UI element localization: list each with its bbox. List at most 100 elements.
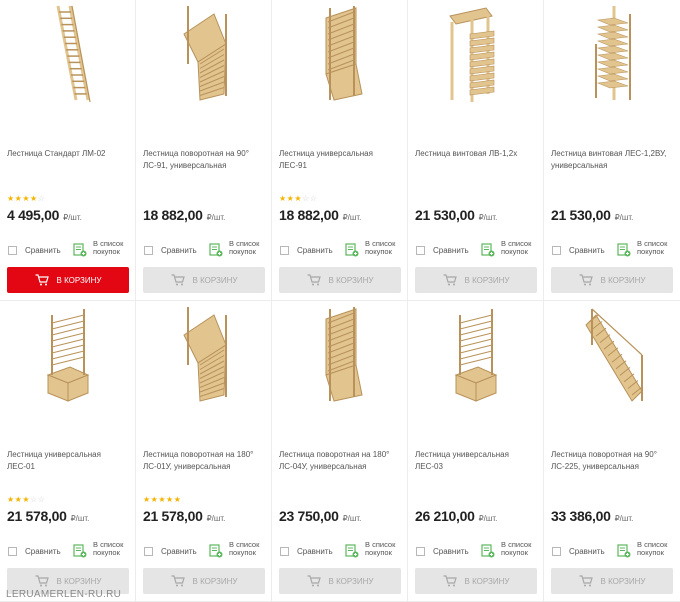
product-image[interactable] [562, 305, 662, 405]
compare-label[interactable]: Сравнить [569, 547, 605, 556]
product-price: 26 210,00 ₽/шт. [415, 508, 497, 526]
price-unit: ₽/шт. [206, 213, 226, 222]
add-to-cart-label: В КОРЗИНУ [328, 275, 374, 285]
shopping-list-icon[interactable] [345, 243, 359, 257]
product-card[interactable]: Лестница универсальная ЛЕС-03 26 210,00 ₽… [408, 301, 544, 602]
product-image[interactable] [18, 4, 118, 104]
price-unit: ₽/шт. [342, 514, 362, 523]
product-price: 18 882,00 ₽/шт. [143, 207, 225, 225]
shopping-list-icon[interactable] [617, 243, 631, 257]
product-image[interactable] [290, 4, 390, 104]
add-to-cart-label: В КОРЗИНУ [464, 275, 510, 285]
product-title[interactable]: Лестница поворотная на 90° ЛС-225, униве… [551, 449, 675, 473]
compare-checkbox[interactable] [416, 547, 425, 556]
price-unit: ₽/шт. [206, 514, 226, 523]
add-to-cart-button[interactable]: В КОРЗИНУ [143, 267, 265, 293]
shopping-list-label[interactable]: В список покупок [637, 240, 677, 256]
shopping-list-label[interactable]: В список покупок [93, 541, 133, 557]
compare-checkbox[interactable] [8, 246, 17, 255]
product-image[interactable] [290, 305, 390, 405]
product-image[interactable] [154, 305, 254, 405]
shopping-list-label[interactable]: В список покупок [365, 541, 405, 557]
shopping-list-icon[interactable] [209, 544, 223, 558]
price-unit: ₽/шт. [342, 213, 362, 222]
shopping-list-icon[interactable] [481, 243, 495, 257]
product-title[interactable]: Лестница винтовая ЛВ-1,2х [415, 148, 539, 160]
product-card[interactable]: Лестница винтовая ЛЕС-1,2ВУ, универсальн… [544, 0, 680, 301]
add-to-cart-button[interactable]: В КОРЗИНУ [415, 568, 537, 594]
product-image[interactable] [426, 305, 526, 405]
shopping-list-icon[interactable] [73, 544, 87, 558]
product-price: 18 882,00 ₽/шт. [279, 207, 361, 225]
product-title[interactable]: Лестница поворотная на 90° ЛС-91, универ… [143, 148, 267, 172]
compare-checkbox[interactable] [144, 547, 153, 556]
product-price: 4 495,00 ₽/шт. [7, 207, 82, 225]
compare-label[interactable]: Сравнить [25, 547, 61, 556]
compare-checkbox[interactable] [280, 547, 289, 556]
product-image[interactable] [562, 4, 662, 104]
cart-icon [443, 575, 457, 587]
product-title[interactable]: Лестница универсальная ЛЕС-01 [7, 449, 131, 473]
product-price: 21 578,00 ₽/шт. [143, 508, 225, 526]
product-image[interactable] [154, 4, 254, 104]
shopping-list-label[interactable]: В список покупок [501, 240, 541, 256]
compare-label[interactable]: Сравнить [569, 246, 605, 255]
compare-checkbox[interactable] [144, 246, 153, 255]
add-to-cart-button[interactable]: В КОРЗИНУ [279, 267, 401, 293]
compare-label[interactable]: Сравнить [433, 547, 469, 556]
product-card[interactable]: Лестница универсальная ЛЕС-01 ★★★☆☆ 21 5… [0, 301, 136, 602]
shopping-list-icon[interactable] [617, 544, 631, 558]
product-title[interactable]: Лестница поворотная на 180° ЛС-04У, унив… [279, 449, 403, 473]
compare-label[interactable]: Сравнить [433, 246, 469, 255]
shopping-list-label[interactable]: В список покупок [229, 541, 269, 557]
compare-checkbox[interactable] [552, 547, 561, 556]
product-card[interactable]: Лестница Стандарт ЛМ-02 ★★★★☆ 4 495,00 ₽/… [0, 0, 136, 301]
compare-checkbox[interactable] [280, 246, 289, 255]
shopping-list-icon[interactable] [209, 243, 223, 257]
product-card[interactable]: Лестница поворотная на 180° ЛС-01У, унив… [136, 301, 272, 602]
add-to-cart-button[interactable]: В КОРЗИНУ [415, 267, 537, 293]
add-to-cart-button[interactable]: В КОРЗИНУ [143, 568, 265, 594]
shopping-list-label[interactable]: В список покупок [93, 240, 133, 256]
product-title[interactable]: Лестница винтовая ЛЕС-1,2ВУ, универсальн… [551, 148, 675, 172]
product-title[interactable]: Лестница универсальная ЛЕС-91 [279, 148, 403, 172]
shopping-list-label[interactable]: В список покупок [501, 541, 541, 557]
compare-label[interactable]: Сравнить [25, 246, 61, 255]
price-value: 21 530,00 [415, 207, 475, 223]
add-to-cart-button[interactable]: В КОРЗИНУ [279, 568, 401, 594]
cart-icon [35, 575, 49, 587]
price-value: 33 386,00 [551, 508, 611, 524]
shopping-list-icon[interactable] [73, 243, 87, 257]
compare-label[interactable]: Сравнить [161, 246, 197, 255]
compare-label[interactable]: Сравнить [297, 246, 333, 255]
product-title[interactable]: Лестница поворотная на 180° ЛС-01У, унив… [143, 449, 267, 473]
add-to-cart-label: В КОРЗИНУ [192, 275, 238, 285]
price-value: 26 210,00 [415, 508, 475, 524]
add-to-cart-button[interactable]: В КОРЗИНУ [551, 267, 673, 293]
product-card[interactable]: Лестница поворотная на 90° ЛС-225, униве… [544, 301, 680, 602]
compare-checkbox[interactable] [8, 547, 17, 556]
compare-checkbox[interactable] [552, 246, 561, 255]
product-card[interactable]: Лестница поворотная на 90° ЛС-91, универ… [136, 0, 272, 301]
add-to-cart-button[interactable]: В КОРЗИНУ [551, 568, 673, 594]
price-unit: ₽/шт. [614, 213, 634, 222]
shopping-list-label[interactable]: В список покупок [365, 240, 405, 256]
shopping-list-label[interactable]: В список покупок [229, 240, 269, 256]
cart-icon [307, 575, 321, 587]
add-to-cart-button[interactable]: В КОРЗИНУ [7, 267, 129, 293]
product-title[interactable]: Лестница универсальная ЛЕС-03 [415, 449, 539, 473]
compare-label[interactable]: Сравнить [297, 547, 333, 556]
shopping-list-label[interactable]: В список покупок [637, 541, 677, 557]
product-card[interactable]: Лестница винтовая ЛВ-1,2х 21 530,00 ₽/шт.… [408, 0, 544, 301]
shopping-list-icon[interactable] [481, 544, 495, 558]
add-to-cart-label: В КОРЗИНУ [600, 275, 646, 285]
compare-checkbox[interactable] [416, 246, 425, 255]
product-card[interactable]: Лестница универсальная ЛЕС-91 ★★★☆☆ 18 8… [272, 0, 408, 301]
product-image[interactable] [18, 305, 118, 405]
rating-stars: ★★★☆☆ [7, 495, 46, 504]
product-card[interactable]: Лестница поворотная на 180° ЛС-04У, унив… [272, 301, 408, 602]
shopping-list-icon[interactable] [345, 544, 359, 558]
compare-label[interactable]: Сравнить [161, 547, 197, 556]
product-title[interactable]: Лестница Стандарт ЛМ-02 [7, 148, 131, 160]
product-image[interactable] [426, 4, 526, 104]
